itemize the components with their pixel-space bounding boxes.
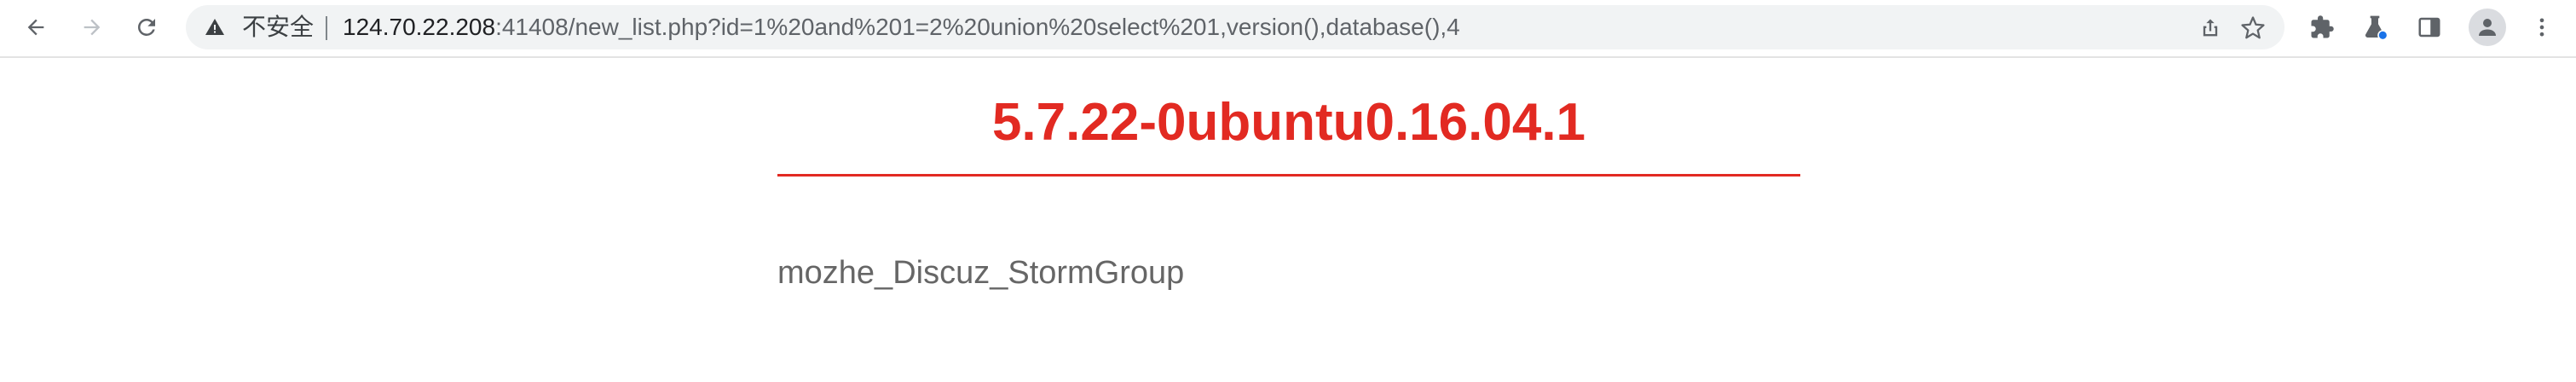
forward-button[interactable] [73,9,111,46]
address-bar-divider [326,16,327,40]
page-content: 5.7.22-0ubuntu0.16.04.1 mozhe_Discuz_Sto… [0,60,2576,382]
warning-triangle-icon[interactable] [205,17,225,38]
share-icon [2203,19,2218,37]
arrow-right-icon [84,19,101,36]
back-button[interactable] [17,9,55,46]
database-name-text: mozhe_Discuz_StormGroup [777,255,1185,291]
security-status-label[interactable]: 不安全 [242,14,314,40]
bookmark-button[interactable] [2238,14,2267,43]
profile-button[interactable] [2469,9,2506,46]
labs-button[interactable] [2358,10,2392,44]
extensions-button[interactable] [2305,10,2339,44]
puzzle-icon [2311,15,2334,38]
page-heading: 5.7.22-0ubuntu0.16.04.1 [991,93,1586,152]
url-host: 124.70.22.208 [343,14,496,40]
share-button[interactable] [2196,14,2225,43]
star-icon [2241,16,2265,39]
person-icon [2479,19,2496,36]
side-panel-icon [2418,17,2440,38]
url-text[interactable]: 124.70.22.208:41408/new_list.php?id=1%20… [343,14,1460,40]
browser-toolbar: 不安全 124.70.22.208:41408/new_list.php?id=… [0,0,2576,58]
address-bar[interactable]: 不安全 124.70.22.208:41408/new_list.php?id=… [186,5,2284,49]
url-path: :41408/new_list.php?id=1%20and%201=2%20u… [495,14,1460,40]
arrow-left-icon [27,19,44,36]
flask-icon [2365,15,2388,41]
heading-divider [777,174,1800,177]
kebab-menu-icon [2539,18,2544,37]
reload-button[interactable] [128,9,165,46]
menu-button[interactable] [2525,10,2559,44]
side-panel-button[interactable] [2412,10,2446,44]
reload-icon [137,18,155,36]
